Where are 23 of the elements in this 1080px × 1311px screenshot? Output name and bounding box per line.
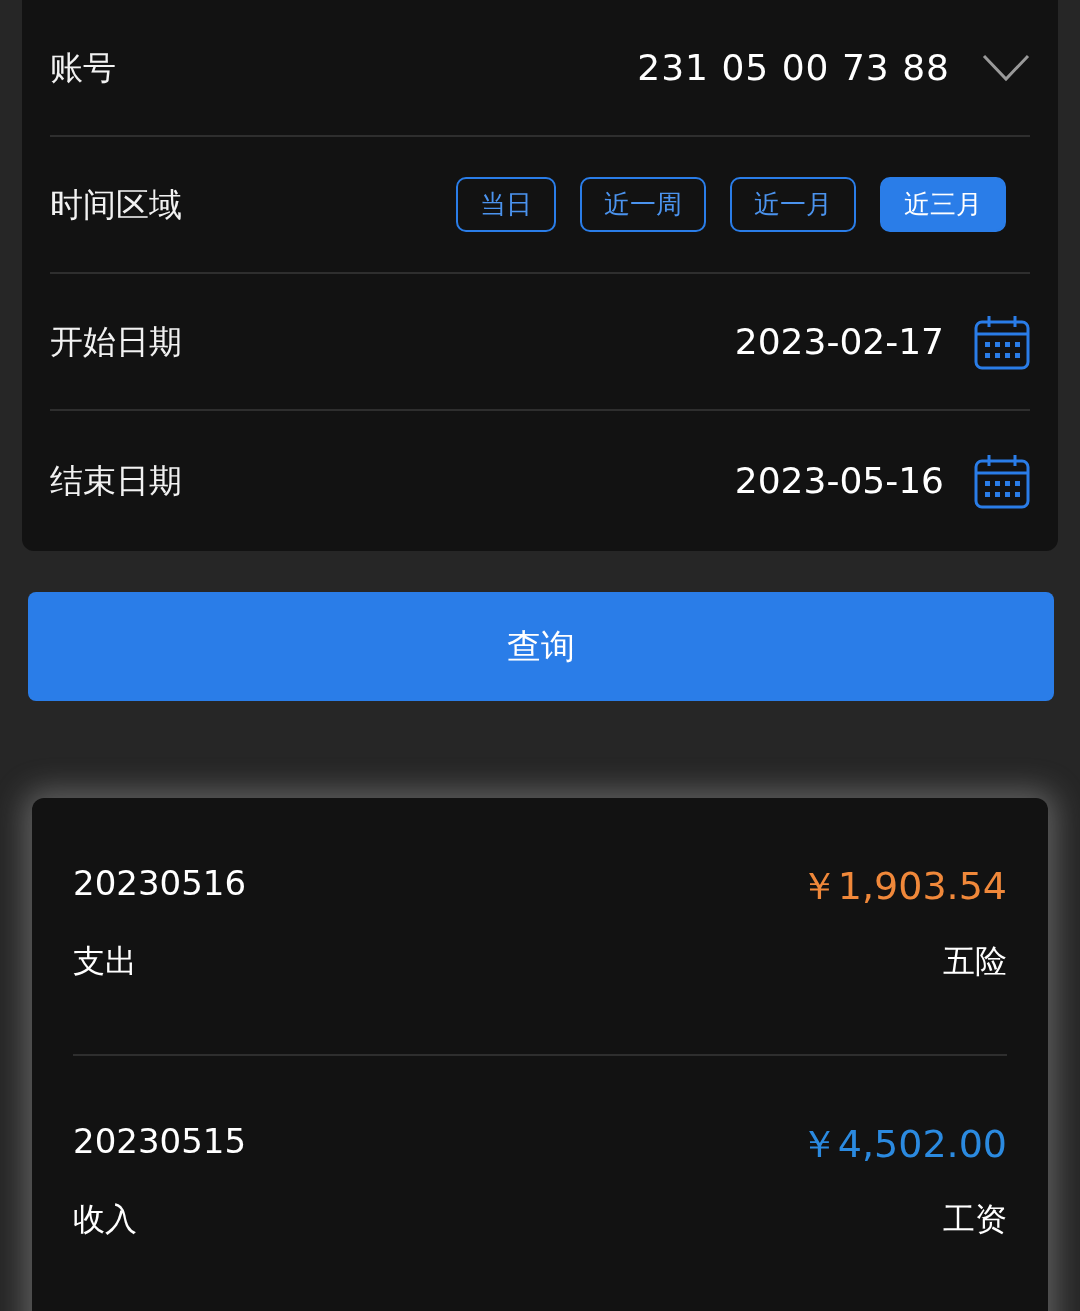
- period-tab[interactable]: 近一月: [730, 177, 856, 232]
- start-date-value[interactable]: 2023-02-17: [734, 314, 944, 369]
- transaction-type: 支出: [73, 941, 137, 982]
- calendar-icon[interactable]: [974, 453, 1030, 509]
- chevron-down-icon[interactable]: [982, 52, 1030, 83]
- period-tab[interactable]: 近一周: [580, 177, 706, 232]
- query-button[interactable]: 查询: [28, 592, 1054, 701]
- start-date-label: 开始日期: [50, 320, 182, 363]
- end-date-value[interactable]: 2023-05-16: [734, 454, 944, 508]
- period-label: 时间区域: [50, 183, 182, 226]
- account-number: 231 05 00 73 88: [637, 45, 950, 90]
- transaction-date: 20230515: [73, 1120, 247, 1163]
- end-date-label: 结束日期: [50, 460, 182, 503]
- transaction-category: 工资: [943, 1199, 1007, 1240]
- transaction-date: 20230516: [73, 862, 247, 905]
- transaction-type: 收入: [73, 1199, 137, 1240]
- transaction-category: 五险: [943, 941, 1007, 982]
- transaction-amount: ￥1,903.54: [799, 863, 1007, 910]
- period-tab[interactable]: 近三月: [880, 177, 1006, 232]
- account-label: 账号: [50, 46, 116, 89]
- transaction-amount: ￥4,502.00: [799, 1121, 1007, 1168]
- period-tab[interactable]: 当日: [456, 177, 556, 232]
- calendar-icon[interactable]: [974, 313, 1030, 370]
